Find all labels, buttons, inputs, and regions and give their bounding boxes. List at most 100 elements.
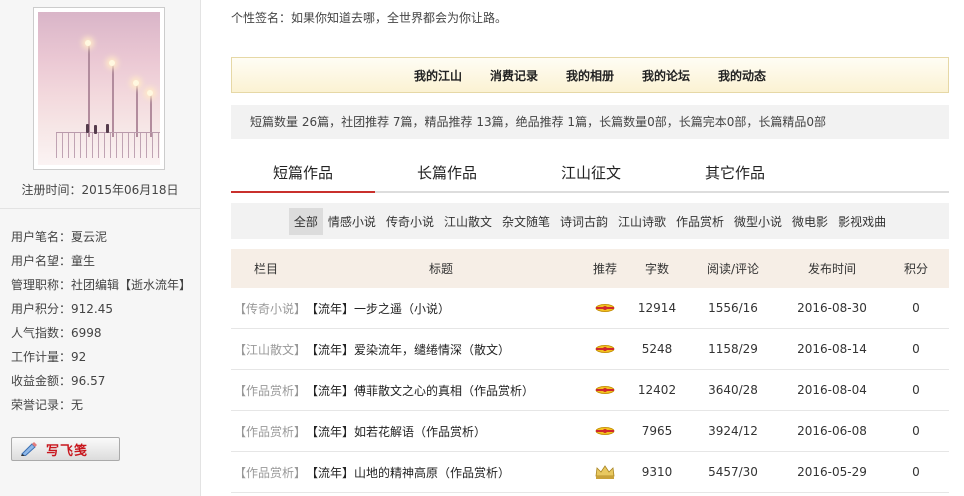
- row-recommend: [581, 426, 629, 436]
- recommend-medal-icon: [595, 304, 615, 312]
- header-words: 字数: [644, 262, 669, 276]
- row-date: 2016-06-08: [797, 424, 867, 438]
- earnings: 收益金额：96.57: [11, 374, 106, 388]
- row-words: 7965: [641, 424, 673, 438]
- avatar-frame: [33, 7, 165, 170]
- write-message-label: 写飞笺: [46, 443, 89, 459]
- category-essay[interactable]: 杂文随笔: [497, 208, 555, 235]
- popularity-index: 人气指数：6998: [11, 326, 102, 340]
- tab-short-works[interactable]: 短篇作品: [231, 162, 375, 193]
- pen-name: 用户笔名：夏云泥: [11, 230, 108, 244]
- header-date: 发布时间: [807, 262, 856, 276]
- row-date: 2016-08-30: [797, 301, 867, 315]
- avatar[interactable]: [38, 12, 160, 165]
- category-film-opera[interactable]: 影视戏曲: [833, 208, 891, 235]
- row-title-cell: 【作品赏析】 【流年】傅菲散文之心的真相（作品赏析）: [231, 382, 581, 399]
- table-body: 【传奇小说】 【流年】一步之遥（小说） 12914 1556/16 2016-08-30…: [231, 288, 949, 493]
- nav-spending-records[interactable]: 消费记录: [490, 67, 538, 84]
- row-score: 0: [912, 424, 920, 438]
- recommend-medal-icon: [595, 386, 615, 394]
- category-prose[interactable]: 江山散文: [439, 208, 497, 235]
- row-score: 0: [912, 342, 920, 356]
- tab-long-works[interactable]: 长篇作品: [375, 162, 519, 183]
- category-classical-poetry[interactable]: 诗词古韵: [555, 208, 613, 235]
- nav-my-album[interactable]: 我的相册: [566, 67, 614, 84]
- row-title-link[interactable]: 【流年】山地的精神高原（作品赏析）: [306, 464, 510, 481]
- row-reads: 1158/29: [708, 342, 758, 356]
- row-reads: 3640/28: [708, 383, 758, 397]
- nav-my-forum[interactable]: 我的论坛: [642, 67, 690, 84]
- table-row: 【作品赏析】 【流年】如若花解语（作品赏析） 7965 3924/12 2016-06-…: [231, 411, 949, 452]
- nav-my-jiangshan[interactable]: 我的江山: [414, 67, 462, 84]
- row-title-link[interactable]: 【流年】爱染流年，缱绻情深（散文）: [306, 341, 510, 358]
- row-column[interactable]: 【江山散文】: [234, 341, 306, 358]
- row-recommend: [581, 344, 629, 354]
- header-reads: 阅读/评论: [706, 262, 760, 276]
- profile-nav: 我的江山 消费记录 我的相册 我的论坛 我的动态: [231, 57, 949, 93]
- honor-record: 荣誉记录：无: [11, 398, 84, 412]
- header-score: 积分: [903, 262, 928, 276]
- category-filter: 全部 情感小说 传奇小说 江山散文 杂文随笔 诗词古韵 江山诗歌 作品赏析 微型…: [231, 203, 949, 239]
- work-count: 工作计量：92: [11, 350, 87, 364]
- row-date: 2016-05-29: [797, 465, 867, 479]
- row-reads: 1556/16: [708, 301, 758, 315]
- recommend-medal-icon: [595, 345, 615, 353]
- row-score: 0: [912, 301, 920, 315]
- table-row: 【作品赏析】 【流年】傅菲散文之心的真相（作品赏析） 12402 3640/28 201…: [231, 370, 949, 411]
- pen-icon: [21, 442, 37, 456]
- table-row: 【作品赏析】 【流年】山地的精神高原（作品赏析） 9310 5457/30 2016-0…: [231, 452, 949, 493]
- table-row: 【江山散文】 【流年】爱染流年，缱绻情深（散文） 5248 1158/29 2016-0…: [231, 329, 949, 370]
- nav-my-activity[interactable]: 我的动态: [718, 67, 766, 84]
- row-title-cell: 【作品赏析】 【流年】山地的精神高原（作品赏析）: [231, 464, 581, 481]
- row-title-cell: 【江山散文】 【流年】爱染流年，缱绻情深（散文）: [231, 341, 581, 358]
- category-micro-novel[interactable]: 微型小说: [729, 208, 787, 235]
- user-info: 用户笔名：夏云泥 用户名望：童生 管理职称：社团编辑【逝水流年】 用户积分：91…: [0, 208, 200, 417]
- row-column[interactable]: 【传奇小说】: [234, 300, 306, 317]
- row-score: 0: [912, 465, 920, 479]
- category-emotion-novel[interactable]: 情感小说: [323, 208, 381, 235]
- works-stats: 短篇数量 26篇，社团推荐 7篇，精品推荐 13篇，绝品推荐 1篇，长篇数量0部…: [231, 105, 949, 139]
- table-row: 【传奇小说】 【流年】一步之遥（小说） 12914 1556/16 2016-08-30…: [231, 288, 949, 329]
- row-date: 2016-08-14: [797, 342, 867, 356]
- row-column[interactable]: 【作品赏析】: [234, 464, 306, 481]
- user-points: 用户积分：912.45: [11, 302, 113, 316]
- row-score: 0: [912, 383, 920, 397]
- row-reads: 5457/30: [708, 465, 758, 479]
- recommend-crown-icon: [595, 465, 615, 479]
- register-time: 注册时间：2015年06月18日: [21, 183, 179, 197]
- row-column[interactable]: 【作品赏析】: [234, 382, 306, 399]
- category-legend-novel[interactable]: 传奇小说: [381, 208, 439, 235]
- works-table: 栏目 标题 推荐 字数 阅读/评论 发布时间 积分 【传奇小说】 【流年】一步之遥…: [231, 249, 949, 493]
- row-title-link[interactable]: 【流年】傅菲散文之心的真相（作品赏析）: [306, 382, 534, 399]
- category-micro-film[interactable]: 微电影: [787, 208, 833, 235]
- row-reads: 3924/12: [708, 424, 758, 438]
- header-title: 标题: [428, 262, 453, 276]
- row-recommend: [581, 385, 629, 395]
- row-words: 9310: [641, 465, 673, 479]
- row-column[interactable]: 【作品赏析】: [234, 423, 306, 440]
- header-column: 栏目: [253, 262, 278, 276]
- row-words: 12914: [637, 301, 677, 315]
- row-words: 5248: [641, 342, 673, 356]
- row-title-link[interactable]: 【流年】如若花解语（作品赏析）: [306, 423, 486, 440]
- category-poetry[interactable]: 江山诗歌: [613, 208, 671, 235]
- row-recommend: [581, 303, 629, 313]
- recommend-medal-icon: [595, 427, 615, 435]
- signature: 个性签名：如果你知道去哪，全世界都会为你让路。: [231, 11, 508, 25]
- row-date: 2016-08-04: [797, 383, 867, 397]
- category-appreciation[interactable]: 作品赏析: [671, 208, 729, 235]
- row-title-link[interactable]: 【流年】一步之遥（小说）: [306, 300, 450, 317]
- header-recommend: 推荐: [592, 262, 617, 276]
- table-header: 栏目 标题 推荐 字数 阅读/评论 发布时间 积分: [231, 249, 949, 288]
- row-title-cell: 【传奇小说】 【流年】一步之遥（小说）: [231, 300, 581, 317]
- row-title-cell: 【作品赏析】 【流年】如若花解语（作品赏析）: [231, 423, 581, 440]
- profile-sidebar: 注册时间：2015年06月18日 用户笔名：夏云泥 用户名望：童生 管理职称：社…: [0, 0, 201, 496]
- reputation: 用户名望：童生: [11, 254, 96, 268]
- tab-other-works[interactable]: 其它作品: [663, 162, 807, 183]
- admin-title: 管理职称：社团编辑【逝水流年】: [11, 278, 192, 292]
- category-all[interactable]: 全部: [288, 207, 323, 235]
- row-recommend: [581, 464, 629, 480]
- row-words: 12402: [637, 383, 677, 397]
- write-message-button[interactable]: 写飞笺: [11, 437, 120, 461]
- tab-contest-works[interactable]: 江山征文: [519, 162, 663, 183]
